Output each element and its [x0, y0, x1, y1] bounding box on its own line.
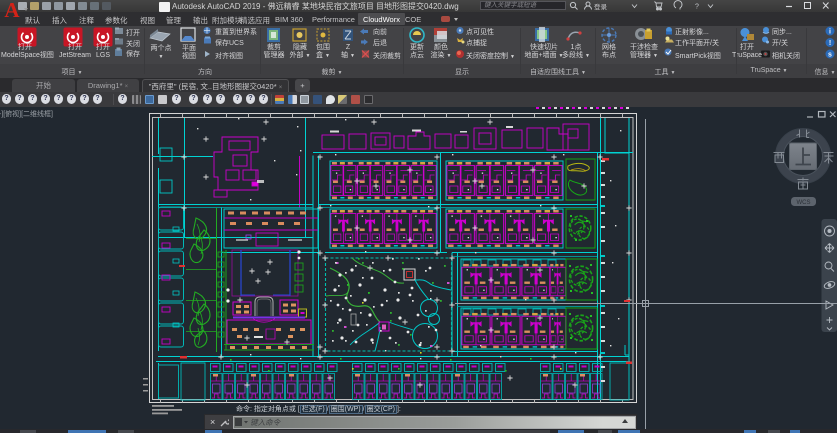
svg-text:WCS: WCS	[797, 200, 811, 206]
svg-text:!: !	[829, 40, 831, 47]
svg-text:s: s	[828, 52, 832, 59]
svg-text:i: i	[829, 29, 831, 36]
svg-text:?: ?	[695, 4, 699, 11]
